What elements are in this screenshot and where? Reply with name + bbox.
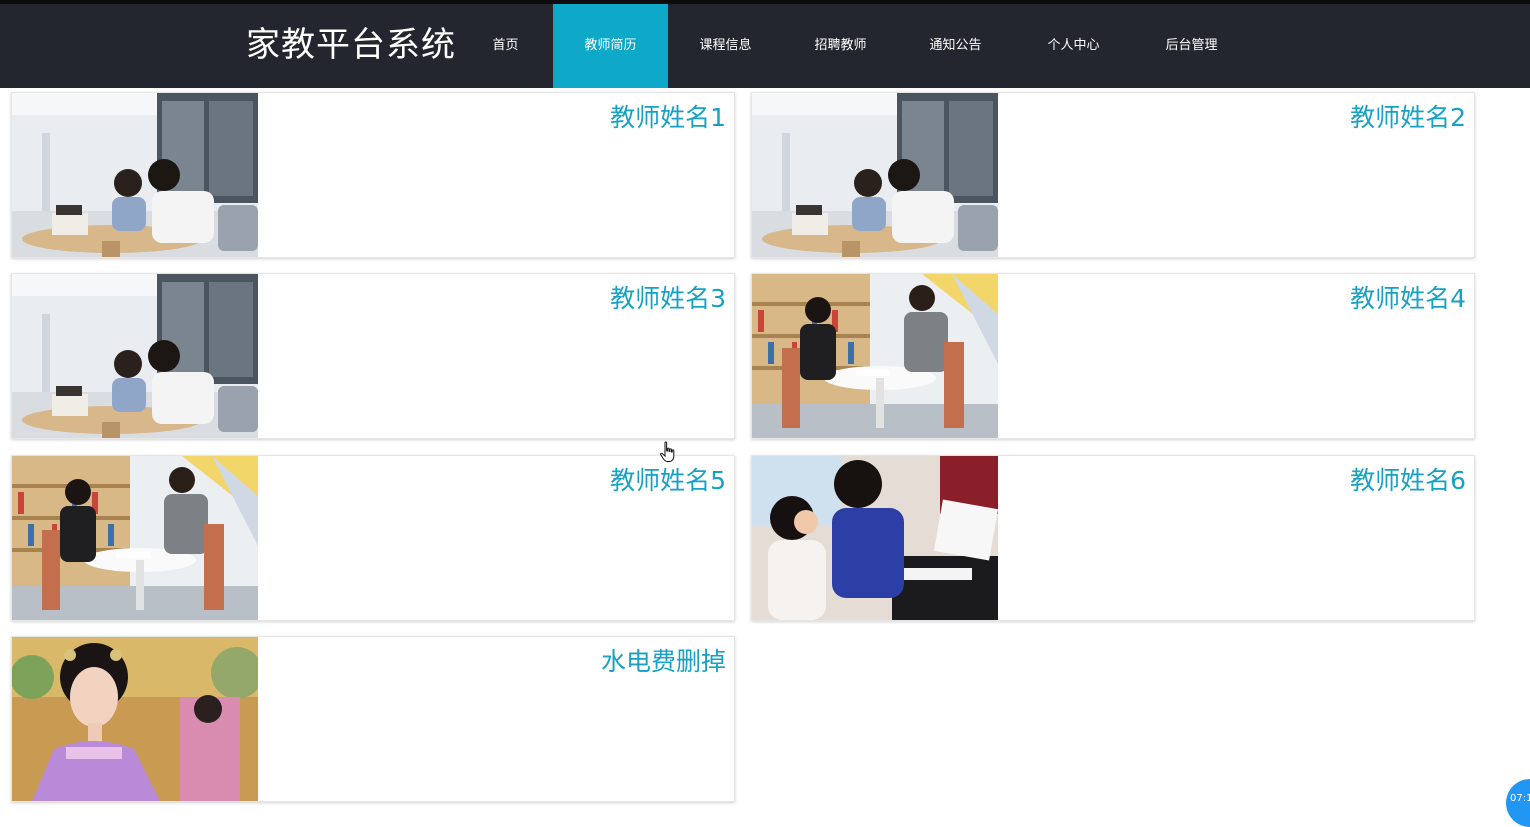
photo-library-meeting [12, 456, 258, 620]
top-navbar: 家教平台系统 首页 教师简历 课程信息 招聘教师 通知公告 个人中心 后台管理 [0, 4, 1530, 88]
teacher-card[interactable]: 水电费删掉 [11, 636, 735, 802]
photo-piano-lesson [752, 456, 998, 620]
nav-item-admin[interactable]: 后台管理 [1134, 4, 1249, 88]
nav-item-home[interactable]: 首页 [448, 4, 563, 88]
teacher-card[interactable]: 教师姓名2 [751, 92, 1475, 258]
photo-library-meeting [752, 274, 998, 438]
teacher-name[interactable]: 教师姓名4 [1350, 284, 1466, 314]
nav-item-teacher-resumes[interactable]: 教师简历 [553, 4, 668, 88]
teacher-name[interactable]: 水电费删掉 [601, 647, 726, 677]
nav-item-personal-center[interactable]: 个人中心 [1016, 4, 1131, 88]
nav-item-course-info[interactable]: 课程信息 [668, 4, 783, 88]
nav-item-recruit-teachers[interactable]: 招聘教师 [783, 4, 898, 88]
teacher-name[interactable]: 教师姓名5 [610, 466, 726, 496]
teacher-card[interactable]: 教师姓名6 [751, 455, 1475, 621]
teacher-card[interactable]: 教师姓名4 [751, 273, 1475, 439]
photo-tutoring-classroom [752, 93, 998, 257]
time-badge: 07:1 [1506, 779, 1530, 827]
site-brand[interactable]: 家教平台系统 [246, 24, 456, 66]
teacher-card[interactable]: 教师姓名5 [11, 455, 735, 621]
teacher-name[interactable]: 教师姓名1 [610, 103, 726, 133]
hand-pointer-icon [660, 441, 675, 462]
photo-tutoring-classroom [12, 274, 258, 438]
teacher-card[interactable]: 教师姓名3 [11, 273, 735, 439]
teacher-card[interactable]: 教师姓名1 [11, 92, 735, 258]
nav-item-announcements[interactable]: 通知公告 [898, 4, 1013, 88]
photo-tutoring-classroom [12, 93, 258, 257]
teacher-name[interactable]: 教师姓名2 [1350, 103, 1466, 133]
teacher-name[interactable]: 教师姓名3 [610, 284, 726, 314]
photo-costume-portrait [12, 637, 258, 801]
teacher-name[interactable]: 教师姓名6 [1350, 466, 1466, 496]
